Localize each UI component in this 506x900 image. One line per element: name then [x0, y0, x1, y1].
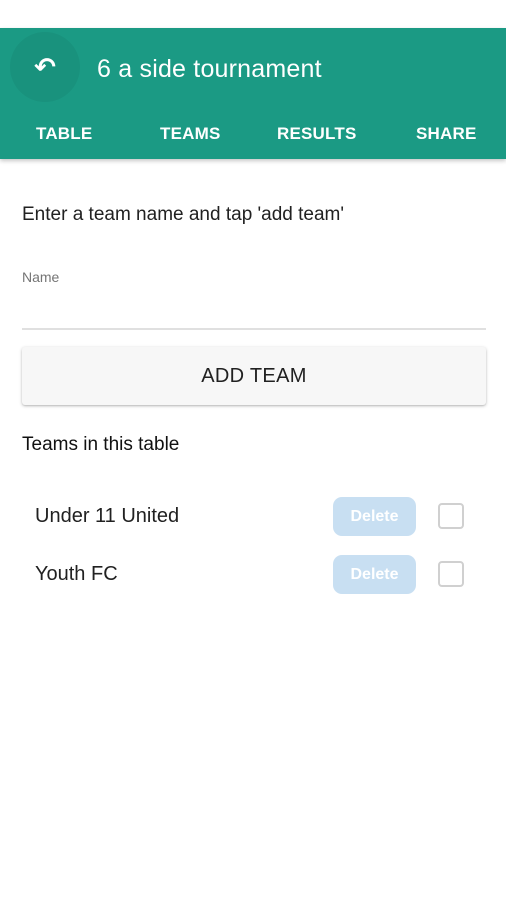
tab-table[interactable]: TABLE — [36, 124, 92, 144]
name-field-label: Name — [22, 269, 60, 285]
team-select-checkbox[interactable] — [438, 503, 464, 529]
team-name: Under 11 United — [35, 505, 180, 527]
team-name: Youth FC — [35, 563, 118, 585]
team-row: Under 11 United Delete — [0, 497, 506, 537]
team-select-checkbox[interactable] — [438, 561, 464, 587]
delete-team-button[interactable]: Delete — [333, 497, 416, 536]
tab-bar: TABLE TEAMS RESULTS SHARE — [0, 124, 506, 148]
tab-teams[interactable]: TEAMS — [160, 124, 221, 144]
back-button[interactable]: ↶ — [10, 32, 80, 102]
tab-share[interactable]: SHARE — [416, 124, 477, 144]
instruction-text: Enter a team name and tap 'add team' — [22, 204, 345, 225]
page-title: 6 a side tournament — [97, 55, 322, 83]
tab-results[interactable]: RESULTS — [277, 124, 356, 144]
team-name-input[interactable] — [22, 292, 486, 330]
team-row: Youth FC Delete — [0, 555, 506, 595]
delete-team-button[interactable]: Delete — [333, 555, 416, 594]
undo-back-icon: ↶ — [34, 51, 56, 82]
app-bar: ↶ 6 a side tournament TABLE TEAMS RESULT… — [0, 28, 506, 159]
add-team-button[interactable]: ADD TEAM — [22, 347, 486, 405]
teams-section-heading: Teams in this table — [22, 434, 180, 455]
status-bar — [0, 0, 506, 28]
